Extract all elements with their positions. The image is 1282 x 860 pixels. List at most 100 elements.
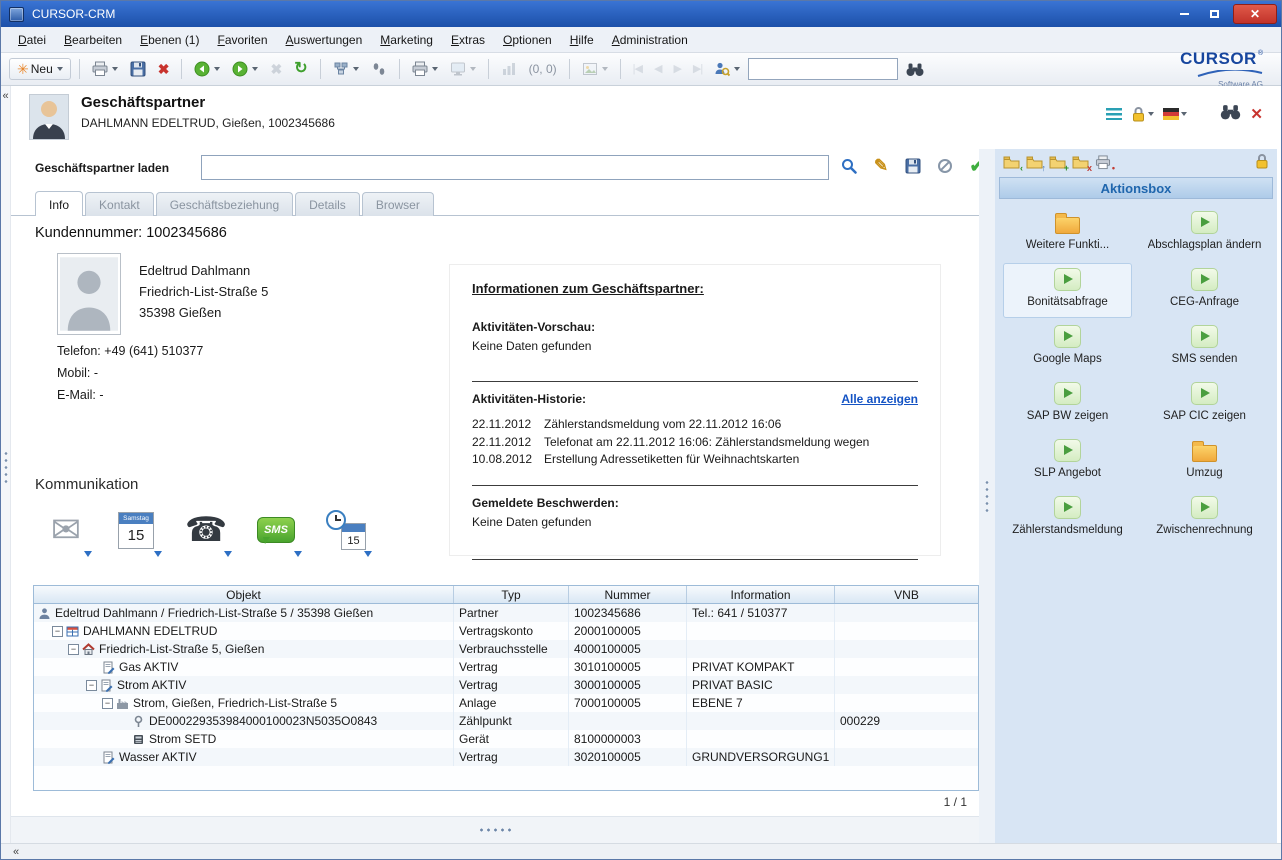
action-umzug[interactable]: Umzug (1140, 434, 1269, 489)
close-record-button[interactable]: ✕ (1250, 105, 1263, 123)
partner-search-input[interactable] (201, 155, 829, 180)
refresh-button[interactable]: ↻ (290, 59, 311, 79)
action-google-maps[interactable]: Google Maps (1003, 320, 1132, 375)
tab-geschaeftsbeziehung[interactable]: Geschäftsbeziehung (156, 192, 293, 216)
table-row[interactable]: − DAHLMANN EDELTRUD Vertragskonto 200010… (34, 622, 978, 640)
column-typ[interactable]: Typ (454, 586, 569, 603)
action-bonitaetsabfrage[interactable]: Bonitätsabfrage (1003, 263, 1132, 318)
tab-browser[interactable]: Browser (362, 192, 434, 216)
collapse-icon[interactable]: − (86, 680, 97, 691)
quick-search-input[interactable] (748, 58, 898, 80)
monitor-button[interactable] (446, 58, 480, 80)
discard-button[interactable] (933, 153, 957, 179)
action-abschlagsplan-aendern[interactable]: Abschlagsplan ändern (1140, 206, 1269, 261)
close-button[interactable]: ✕ (1233, 4, 1277, 24)
edit-button[interactable]: ✎ (869, 153, 893, 179)
tab-details[interactable]: Details (295, 192, 360, 216)
collapse-icon[interactable]: − (68, 644, 79, 655)
maximize-button[interactable] (1199, 4, 1229, 24)
tracking-button[interactable] (367, 58, 391, 80)
table-row[interactable]: Edeltrud Dahlmann / Friedrich-List-Straß… (34, 604, 978, 622)
nav-first-button[interactable]: |◀ (629, 59, 646, 79)
search-record-button[interactable] (1220, 104, 1241, 123)
tab-kontakt[interactable]: Kontakt (85, 192, 154, 216)
folder-add-button[interactable]: + (1049, 155, 1066, 170)
back-button[interactable] (190, 58, 224, 80)
menu-icon[interactable] (1106, 108, 1122, 120)
history-entry[interactable]: 10.08.2012 Erstellung Adressetiketten fü… (472, 451, 918, 469)
history-entry[interactable]: 22.11.2012 Zählerstandsmeldung vom 22.11… (472, 416, 918, 434)
sms-action-button[interactable]: SMS (249, 502, 303, 558)
menu-datei[interactable]: Datei (9, 29, 55, 51)
nav-last-button[interactable]: ▶| (689, 59, 706, 79)
flag-button[interactable] (1163, 108, 1187, 120)
history-entry[interactable]: 22.11.2012 Telefonat am 22.11.2012 16:06… (472, 434, 918, 452)
splitter-handle[interactable] (478, 828, 514, 832)
table-row[interactable]: Gas AKTIV Vertrag 3010100005 PRIVAT KOMP… (34, 658, 978, 676)
phone-action-button[interactable]: ☎ (179, 502, 233, 558)
folder-back-button[interactable]: ‹ (1003, 155, 1020, 170)
table-row[interactable]: DE000229353984000100023N5035O0843 Zählpu… (34, 712, 978, 730)
table-row[interactable]: Strom SETD Gerät 8100000003 (34, 730, 978, 748)
nav-next-button[interactable]: ▶ (669, 59, 684, 79)
search-lookup-button[interactable] (837, 153, 861, 179)
save-button[interactable] (126, 58, 150, 80)
cancel-button[interactable]: ✖ (266, 59, 286, 79)
menu-hilfe[interactable]: Hilfe (561, 29, 603, 51)
column-objekt[interactable]: Objekt (34, 586, 454, 603)
workflow-button[interactable] (329, 58, 363, 80)
lock-actionbox-button[interactable] (1255, 153, 1269, 172)
menu-auswertungen[interactable]: Auswertungen (277, 29, 372, 51)
action-weitere-funktionen[interactable]: Weitere Funkti... (1003, 206, 1132, 261)
bottom-splitter[interactable] (11, 816, 979, 843)
table-row[interactable]: − Strom, Gießen, Friedrich-List-Straße 5… (34, 694, 978, 712)
search-button[interactable] (902, 59, 928, 80)
left-splitter-handle[interactable] (4, 450, 8, 484)
menu-ebenen[interactable]: Ebenen (1) (131, 29, 208, 51)
splitter-handle[interactable] (985, 479, 989, 513)
new-button[interactable]: ✳ Neu (9, 58, 71, 80)
folder-up-button[interactable]: ↑ (1026, 155, 1043, 170)
person-search-button[interactable] (710, 58, 744, 80)
collapse-icon[interactable]: − (102, 698, 113, 709)
print-list-button[interactable]: • (1095, 155, 1112, 170)
folder-remove-button[interactable]: x (1072, 155, 1089, 170)
action-slp-angebot[interactable]: SLP Angebot (1003, 434, 1132, 489)
table-row[interactable]: − Strom AKTIV Vertrag 3000100005 PRIVAT … (34, 676, 978, 694)
action-zwischenrechnung[interactable]: Zwischenrechnung (1140, 491, 1269, 546)
action-sap-bw-zeigen[interactable]: SAP BW zeigen (1003, 377, 1132, 432)
chart-button[interactable] (497, 58, 521, 80)
image-button[interactable] (578, 58, 612, 80)
minimize-button[interactable] (1169, 4, 1199, 24)
action-sms-senden[interactable]: SMS senden (1140, 320, 1269, 375)
column-information[interactable]: Information (687, 586, 835, 603)
tab-info[interactable]: Info (35, 191, 83, 216)
collapse-left-icon[interactable]: « (1, 90, 10, 102)
action-ceg-anfrage[interactable]: CEG-Anfrage (1140, 263, 1269, 318)
action-zaehlerstandsmeldung[interactable]: Zählerstandsmeldung (1003, 491, 1132, 546)
action-sap-cic-zeigen[interactable]: SAP CIC zeigen (1140, 377, 1269, 432)
delete-button[interactable]: ✖ (154, 59, 174, 79)
task-action-button[interactable]: 15 (319, 502, 373, 558)
menu-optionen[interactable]: Optionen (494, 29, 561, 51)
menu-favoriten[interactable]: Favoriten (208, 29, 276, 51)
menu-extras[interactable]: Extras (442, 29, 494, 51)
appointment-action-button[interactable]: Samstag 15 (109, 502, 163, 558)
menu-administration[interactable]: Administration (603, 29, 697, 51)
nav-prev-button[interactable]: ◀ (650, 59, 665, 79)
email-action-button[interactable]: ✉ (39, 502, 93, 558)
column-vnb[interactable]: VNB (835, 586, 978, 603)
forward-button[interactable] (228, 58, 262, 80)
print-button[interactable] (408, 58, 442, 80)
table-row[interactable]: − Friedrich-List-Straße 5, Gießen Verbra… (34, 640, 978, 658)
menu-bearbeiten[interactable]: Bearbeiten (55, 29, 131, 51)
save-record-button[interactable] (901, 153, 925, 179)
show-all-link[interactable]: Alle anzeigen (841, 392, 918, 411)
collapse-icon[interactable]: − (52, 626, 63, 637)
print-preview-button[interactable] (88, 58, 122, 80)
table-row[interactable]: Wasser AKTIV Vertrag 3020100005 GRUNDVER… (34, 748, 978, 766)
collapse-bottom-icon[interactable]: « (13, 846, 19, 858)
lock-button[interactable] (1131, 106, 1154, 122)
column-nummer[interactable]: Nummer (569, 586, 687, 603)
sidebar-splitter[interactable] (979, 149, 995, 843)
